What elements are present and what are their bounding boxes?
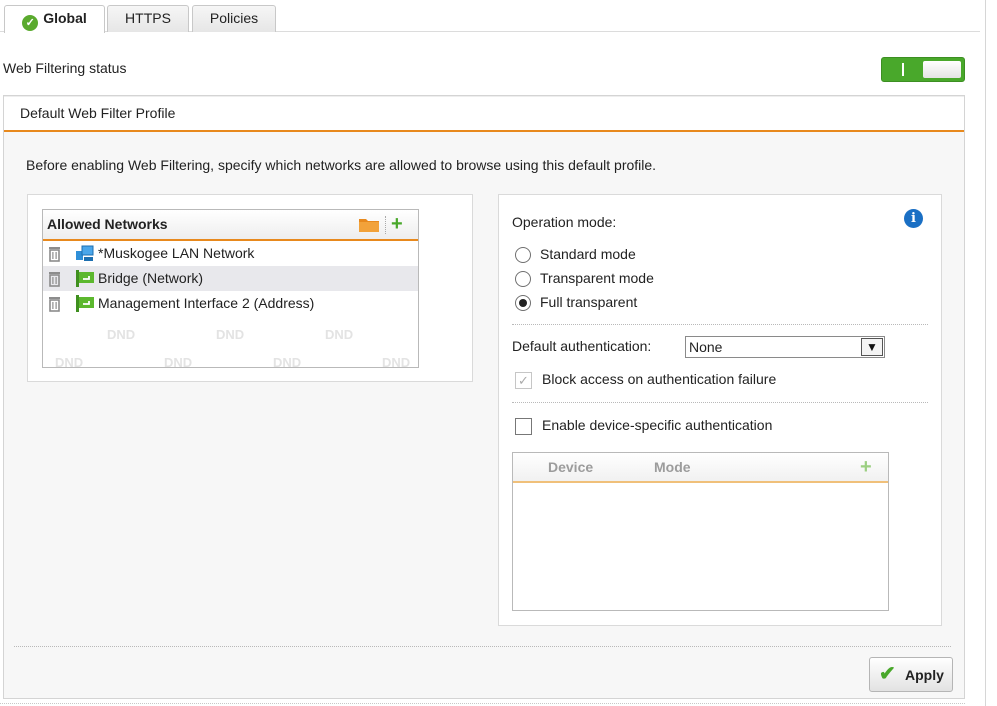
default-authentication-select[interactable]: None ▼ <box>685 336 885 358</box>
right-divider <box>985 0 986 706</box>
panel-title: Default Web Filter Profile <box>20 105 176 121</box>
tab-https-label: HTTPS <box>125 10 171 26</box>
device-table-header: Device Mode + <box>513 453 888 483</box>
tab-policies-label: Policies <box>209 10 259 26</box>
web-filtering-toggle[interactable] <box>881 57 965 82</box>
full-transparent-label[interactable]: Full transparent <box>540 294 637 310</box>
list-item[interactable]: Management Interface 2 (Address) <box>43 291 418 316</box>
checkmark-icon: ✔ <box>879 663 896 685</box>
allowed-networks-title: Allowed Networks <box>47 216 168 232</box>
transparent-mode-label[interactable]: Transparent mode <box>540 270 654 286</box>
device-column-header: Device <box>548 459 594 475</box>
block-access-checkbox[interactable]: ✓ <box>515 372 532 389</box>
standard-mode-label[interactable]: Standard mode <box>540 246 636 262</box>
list-item-label: Bridge (Network) <box>98 270 204 286</box>
tab-https[interactable]: HTTPS <box>107 5 189 32</box>
dnd-watermark: DND <box>164 355 193 370</box>
bridge-network-icon <box>76 270 94 287</box>
interface-address-icon <box>76 295 94 312</box>
list-item-label: Management Interface 2 (Address) <box>98 295 315 311</box>
tab-bar: ✓ Global HTTPS Policies <box>0 0 980 33</box>
toggle-on-indicator <box>902 63 904 76</box>
device-table: Device Mode + <box>512 452 889 611</box>
dnd-watermark: DND <box>325 327 354 342</box>
default-authentication-label: Default authentication: <box>512 338 652 354</box>
allowed-networks-list[interactable]: Allowed Networks + *Muskogee LAN Network <box>42 209 419 370</box>
trash-icon[interactable] <box>48 296 61 312</box>
web-filtering-status-label: Web Filtering status <box>3 60 127 76</box>
dnd-watermark: DND <box>273 355 302 370</box>
dnd-watermark: DND <box>55 355 84 370</box>
profile-intro-text: Before enabling Web Filtering, specify w… <box>26 157 657 173</box>
device-auth-checkbox[interactable] <box>515 418 532 435</box>
tab-global-label: Global <box>43 10 87 26</box>
footer-divider <box>14 646 951 647</box>
toggle-knob[interactable] <box>923 61 961 78</box>
section-divider <box>512 402 928 403</box>
device-auth-label: Enable device-specific authentication <box>542 417 773 433</box>
info-icon[interactable]: i <box>904 209 923 228</box>
default-authentication-value: None <box>689 339 723 355</box>
dnd-watermark: DND <box>216 327 245 342</box>
list-item[interactable]: *Muskogee LAN Network <box>43 241 418 266</box>
allowed-networks-header: Allowed Networks + <box>43 210 418 241</box>
panel-header: Default Web Filter Profile <box>4 96 964 132</box>
panel-bottom-edge <box>0 703 965 704</box>
dnd-watermark: DND <box>107 327 136 342</box>
folder-icon[interactable] <box>359 217 379 232</box>
header-separator <box>385 216 386 234</box>
apply-label: Apply <box>905 667 944 683</box>
mode-column-header: Mode <box>654 459 691 475</box>
transparent-mode-radio[interactable] <box>515 271 531 287</box>
add-device-icon[interactable]: + <box>860 457 872 477</box>
list-item[interactable]: Bridge (Network) <box>43 266 418 291</box>
section-divider <box>512 324 928 325</box>
trash-icon[interactable] <box>48 246 61 262</box>
apply-button[interactable]: ✔ Apply <box>869 657 953 692</box>
block-access-label: Block access on authentication failure <box>542 371 777 387</box>
add-network-icon[interactable]: + <box>391 214 403 234</box>
dnd-watermark: DND <box>382 355 411 370</box>
tab-global[interactable]: ✓ Global <box>4 5 105 33</box>
trash-icon[interactable] <box>48 271 61 287</box>
chevron-down-icon[interactable]: ▼ <box>861 338 883 356</box>
list-item-label: *Muskogee LAN Network <box>98 245 255 261</box>
operation-mode-label: Operation mode: <box>512 214 617 230</box>
full-transparent-radio[interactable] <box>515 295 531 311</box>
tab-policies[interactable]: Policies <box>192 5 276 32</box>
network-icon <box>76 245 94 261</box>
standard-mode-radio[interactable] <box>515 247 531 263</box>
check-circle-icon: ✓ <box>22 15 39 31</box>
